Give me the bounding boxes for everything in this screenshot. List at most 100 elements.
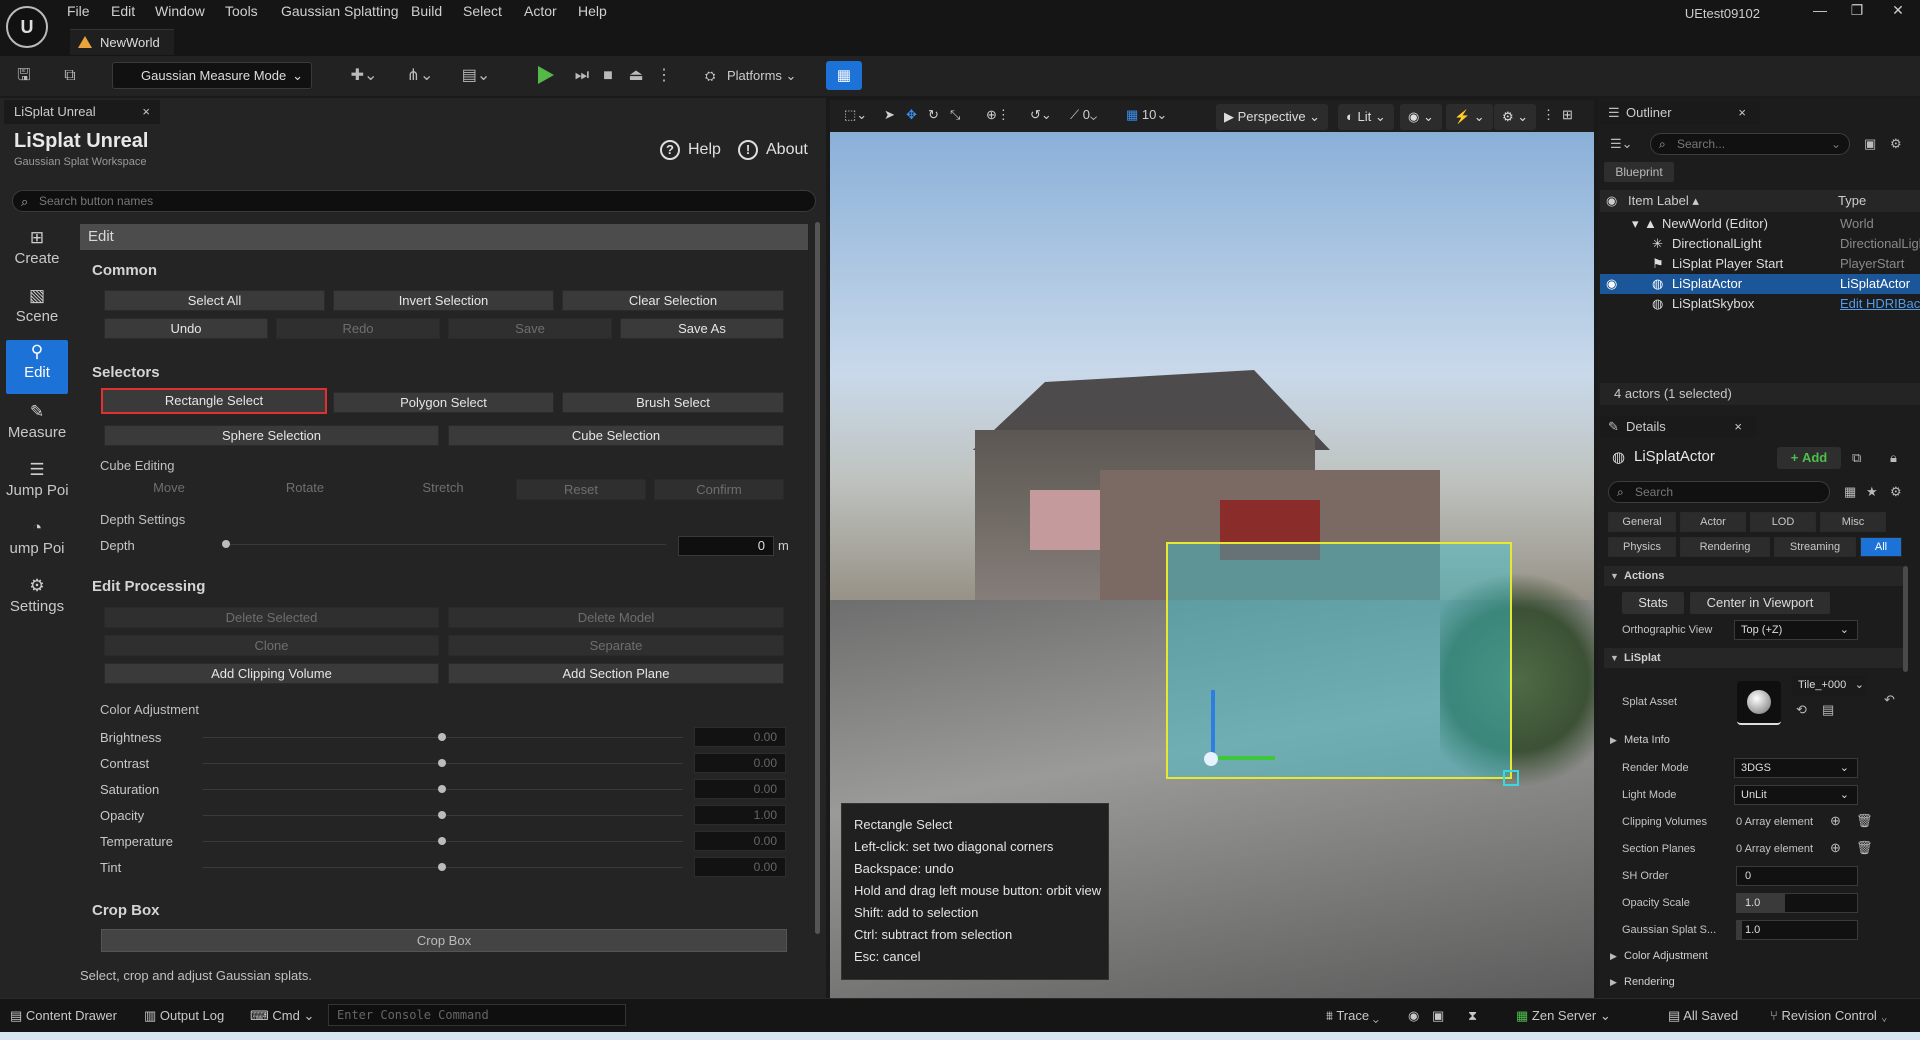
- close-outliner-icon[interactable]: ×: [1738, 102, 1746, 124]
- menu-build[interactable]: Build: [411, 3, 442, 19]
- cinematics-icon[interactable]: ▤⌄: [458, 64, 494, 88]
- light-mode-dropdown[interactable]: UnLit ⌄: [1734, 785, 1858, 805]
- tint-value[interactable]: 0.00: [694, 857, 786, 877]
- add-folder-icon[interactable]: ▣: [1864, 136, 1876, 152]
- show-dropdown[interactable]: ◉ ⌄: [1400, 104, 1442, 130]
- outliner-row[interactable]: ◍ LiSplatSkybox Edit HDRIBackdrop: [1600, 294, 1920, 314]
- gizmo-center[interactable]: [1204, 752, 1218, 766]
- outliner-row[interactable]: ✳ DirectionalLight DirectionalLight: [1600, 234, 1920, 254]
- details-settings-icon[interactable]: ⚙: [1890, 484, 1902, 500]
- gizmo-x-axis[interactable]: [1213, 756, 1275, 760]
- blueprint-convert-icon[interactable]: ⧉: [1852, 450, 1861, 466]
- trash-icon[interactable]: 🗑︎: [1856, 813, 1873, 829]
- filter-icon[interactable]: ☰⌄: [1610, 136, 1633, 152]
- brush-select-button[interactable]: Brush Select: [562, 392, 784, 413]
- outliner-row[interactable]: ⚑ LiSplat Player Start PlayerStart: [1600, 254, 1920, 274]
- eject-icon[interactable]: ⏏: [624, 64, 648, 88]
- close-tab-icon[interactable]: ×: [142, 100, 150, 124]
- trace-dropdown[interactable]: ⩩ Trace ⌄: [1326, 1008, 1379, 1024]
- color-adjustment-section[interactable]: ▶ Color Adjustment: [1604, 946, 1904, 966]
- outliner-settings-icon[interactable]: ⚙: [1890, 136, 1902, 152]
- lisplat-plugin-button[interactable]: ▦: [826, 61, 862, 90]
- lit-dropdown[interactable]: ◐ Lit ⌄: [1338, 104, 1394, 130]
- outliner-row[interactable]: ▾ ▲ NewWorld (Editor) World: [1600, 214, 1920, 234]
- ortho-view-dropdown[interactable]: Top (+Z) ⌄: [1734, 620, 1858, 640]
- more-options-icon[interactable]: ⋮: [652, 64, 676, 88]
- platforms-button[interactable]: ⛭ Platforms ⌄: [705, 62, 796, 89]
- type-header[interactable]: Type: [1838, 190, 1866, 212]
- save-button[interactable]: Save: [448, 318, 612, 339]
- outliner-row-selected[interactable]: ◉ ◍ LiSplatActor LiSplatActor: [1600, 274, 1920, 294]
- record-icon[interactable]: ◉: [1408, 1008, 1419, 1024]
- map-tab[interactable]: NewWorld: [70, 29, 174, 55]
- nav-jump-point[interactable]: ☰ Jump Point: [6, 458, 68, 512]
- contrast-knob[interactable]: [438, 759, 446, 767]
- brightness-knob[interactable]: [438, 733, 446, 741]
- nav-create[interactable]: ⊞ Create: [6, 226, 68, 280]
- trash-icon[interactable]: 🗑︎: [1856, 840, 1873, 856]
- panel-scrollbar[interactable]: [815, 222, 820, 934]
- surface-snap-icon[interactable]: ↺⌄: [1030, 107, 1052, 123]
- sh-order-input[interactable]: 0: [1736, 866, 1858, 886]
- step-icon[interactable]: ⏭: [570, 64, 594, 88]
- content-drawer-button[interactable]: ▤ Content Drawer: [10, 1008, 117, 1024]
- polygon-select-button[interactable]: Polygon Select: [333, 392, 554, 413]
- table-view-icon[interactable]: ▦: [1844, 484, 1856, 500]
- move-icon[interactable]: ✥: [906, 107, 917, 123]
- close-details-icon[interactable]: ×: [1734, 416, 1742, 438]
- details-search-input[interactable]: ⌕ Search: [1608, 481, 1830, 503]
- redo-button[interactable]: Redo: [276, 318, 440, 339]
- undo-button[interactable]: Undo: [104, 318, 268, 339]
- nav-jump-point-2[interactable]: ◔ ump Poi: [6, 516, 68, 570]
- delete-model-button[interactable]: Delete Model: [448, 607, 784, 628]
- menu-file[interactable]: File: [67, 3, 90, 19]
- item-label-header[interactable]: Item Label ▴: [1628, 190, 1699, 212]
- about-link[interactable]: ! About: [738, 140, 808, 160]
- render-mode-dropdown[interactable]: 3DGS ⌄: [1734, 758, 1858, 778]
- visibility-header-icon[interactable]: ◉: [1606, 190, 1617, 212]
- browse-asset-icon[interactable]: ▤: [1822, 702, 1834, 718]
- delete-selected-button[interactable]: Delete Selected: [104, 607, 439, 628]
- output-log-button[interactable]: ▥ Output Log: [144, 1008, 224, 1024]
- screenshot-icon[interactable]: ▣: [1432, 1008, 1444, 1024]
- actions-section[interactable]: ▼ Actions: [1604, 566, 1904, 586]
- cmd-dropdown[interactable]: ⌨ Cmd ⌄: [250, 1008, 314, 1024]
- eye-icon[interactable]: ◉: [1606, 274, 1617, 294]
- row-type-link[interactable]: Edit HDRIBackdrop: [1840, 294, 1920, 314]
- menu-help[interactable]: Help: [578, 3, 607, 19]
- nav-settings[interactable]: ⚙ Settings: [6, 574, 68, 628]
- menu-edit[interactable]: Edit: [111, 3, 135, 19]
- clone-button[interactable]: Clone: [104, 635, 439, 656]
- blueprint-icon[interactable]: ⋔⌄: [402, 64, 438, 88]
- cube-reset-button[interactable]: Reset: [516, 479, 646, 500]
- world-space-icon[interactable]: ⊕⋮: [986, 107, 1010, 123]
- expand-icon[interactable]: ▾: [1632, 214, 1639, 234]
- select-arrow-icon[interactable]: ➤: [884, 107, 895, 123]
- mode-dropdown[interactable]: Gaussian Measure Mode ⌄: [112, 62, 312, 89]
- save-as-button[interactable]: Save As: [620, 318, 784, 339]
- add-element-icon[interactable]: ⊕: [1830, 813, 1841, 829]
- lisplat-section[interactable]: ▼ LiSplat: [1604, 648, 1904, 668]
- nav-measure[interactable]: ✎ Measure: [6, 400, 68, 454]
- rectangle-selection-area[interactable]: [1166, 542, 1512, 779]
- select-mode-icon[interactable]: ⬚⌄: [844, 107, 867, 123]
- perspective-dropdown[interactable]: ▶ Perspective ⌄: [1216, 104, 1329, 130]
- maximize-icon[interactable]: ❐: [1837, 2, 1877, 19]
- add-clipping-volume-button[interactable]: Add Clipping Volume: [104, 663, 439, 684]
- reset-arrow-icon[interactable]: ↶: [1884, 692, 1895, 708]
- stats-button[interactable]: Stats: [1622, 592, 1684, 614]
- unreal-logo-icon[interactable]: U: [6, 6, 48, 48]
- console-command-input[interactable]: Enter Console Command: [328, 1004, 626, 1026]
- contrast-value[interactable]: 0.00: [694, 753, 786, 773]
- splat-asset-thumbnail[interactable]: [1737, 681, 1781, 725]
- saturation-knob[interactable]: [438, 785, 446, 793]
- filter-rendering[interactable]: Rendering: [1680, 537, 1770, 557]
- center-in-viewport-button[interactable]: Center in Viewport: [1690, 592, 1830, 614]
- depth-slider-knob[interactable]: [222, 540, 230, 548]
- all-saved-button[interactable]: ▤ All Saved: [1668, 1008, 1738, 1024]
- nav-edit[interactable]: ⚲ Edit: [6, 340, 68, 394]
- rotate-icon[interactable]: ↻: [928, 107, 939, 123]
- gizmo-z-axis[interactable]: [1211, 690, 1215, 760]
- saturation-value[interactable]: 0.00: [694, 779, 786, 799]
- splat-asset-dropdown[interactable]: Tile_+000 ⌄: [1792, 676, 1866, 696]
